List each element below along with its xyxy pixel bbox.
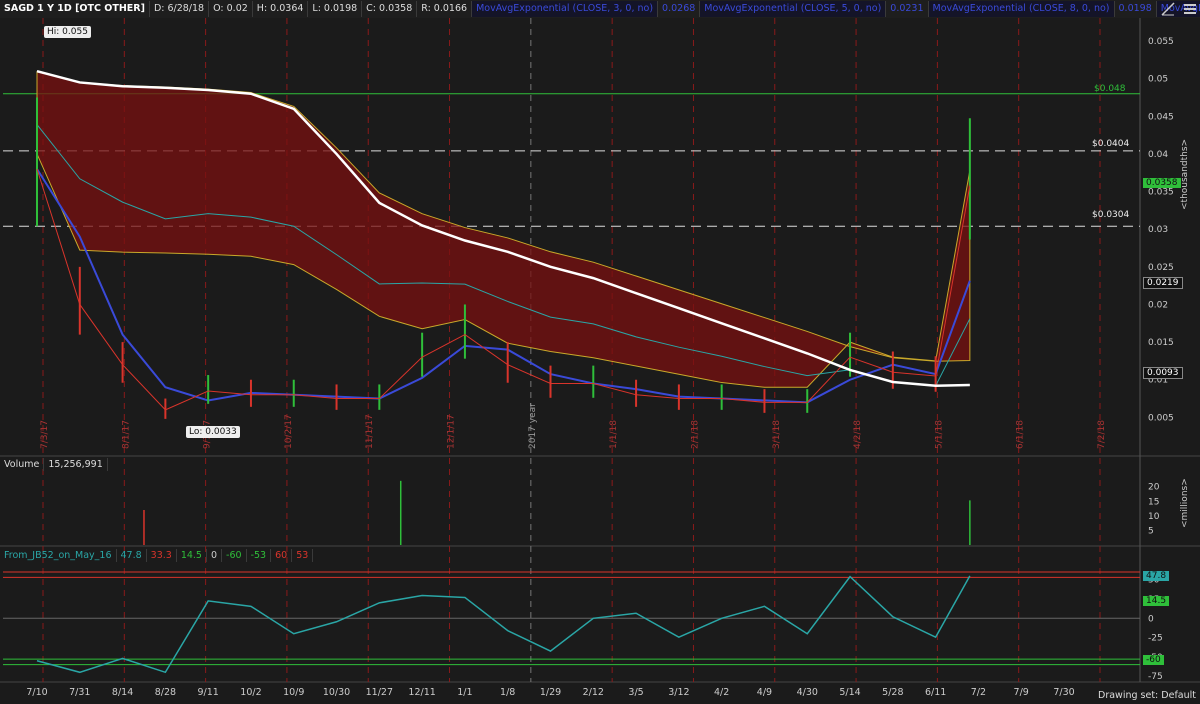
x-tick-label: 4/2: [714, 687, 729, 698]
osc-badge-hist: 14.5: [1143, 596, 1170, 606]
chart-window: SAGD 1 Y 1D [OTC OTHER] D: 6/28/18 O: 0.…: [0, 0, 1200, 704]
volume-unit-label: <millions>: [1180, 478, 1190, 528]
oscillator-title[interactable]: From_JB52_on_May_16: [0, 548, 117, 562]
x-tick-label: 7/31: [69, 687, 90, 698]
x-tick-label: 9/11: [197, 687, 218, 698]
osc-value-3: 14.5: [177, 548, 207, 562]
x-tick-label: 1/1: [457, 687, 472, 698]
x-tick-label: 5/14: [839, 687, 860, 698]
month-marker-label: 2/1/18: [690, 420, 700, 449]
axis-unit-label: <thousandths>: [1180, 138, 1190, 210]
volume-tick-label: 5: [1148, 526, 1154, 536]
month-marker-label: 7/3/17: [40, 420, 50, 449]
y-tick-label: 0.04: [1148, 150, 1168, 160]
x-tick-label: 6/11: [925, 687, 946, 698]
line-0304-label: $0.0304: [1092, 210, 1130, 220]
month-marker-label: 10/2/17: [284, 414, 294, 449]
x-tick-label: 3/12: [668, 687, 689, 698]
osc-value-8: 53: [292, 548, 314, 562]
ema-badge: 0.0219: [1143, 277, 1183, 289]
lo-label: Lo: 0.0033: [186, 426, 240, 438]
volume-tick-label: 20: [1148, 483, 1160, 493]
osc-value-4: 0: [207, 548, 223, 562]
month-marker-label: 8/1/17: [121, 420, 131, 449]
month-marker-label: 12/1/17: [447, 414, 457, 449]
osc-main-line: [36, 575, 971, 674]
osc-tick-label: 0: [1148, 614, 1154, 624]
month-marker-label: 4/2/18: [853, 420, 863, 449]
hi-label: Hi: 0.055: [44, 26, 91, 38]
osc-tick-label: -75: [1148, 672, 1163, 682]
x-tick-label: 11/27: [366, 687, 393, 698]
x-tick-label: 8/14: [112, 687, 133, 698]
y-tick-label: 0.005: [1148, 413, 1174, 423]
volume-title[interactable]: Volume: [0, 457, 45, 471]
oscillator-header: From_JB52_on_May_16 47.8 33.3 14.5 0 -60…: [0, 548, 314, 562]
y-tick-label: 0.02: [1148, 300, 1168, 310]
drawing-set-label[interactable]: Drawing set: Default: [1098, 690, 1196, 701]
x-tick-label: 1/8: [500, 687, 515, 698]
x-tick-label: 3/5: [628, 687, 643, 698]
y-tick-label: 0.015: [1148, 338, 1174, 348]
osc-value-5: -60: [222, 548, 247, 562]
x-tick-label: 2/12: [583, 687, 604, 698]
month-marker-label: 6/1/18: [1016, 420, 1026, 449]
x-tick-label: 12/11: [408, 687, 435, 698]
chart-canvas[interactable]: 7/3/178/1/179/1/1710/2/1711/1/1712/1/172…: [0, 0, 1200, 704]
month-marker-label: 1/1/18: [609, 420, 619, 449]
x-tick-label: 1/29: [540, 687, 561, 698]
volume-tick-label: 10: [1148, 512, 1160, 522]
month-marker-label: 7/2/18: [1097, 420, 1107, 449]
last-price-badge: 0.0358: [1143, 178, 1181, 188]
x-tick-label: 7/9: [1014, 687, 1029, 698]
x-tick-label: 7/10: [26, 687, 47, 698]
y-tick-label: 0.03: [1148, 225, 1168, 235]
line-0404-label: $0.0404: [1092, 139, 1130, 149]
osc-value-7: 60: [271, 548, 293, 562]
month-marker-label: 2017 year: [528, 403, 538, 449]
osc-value-1: 47.8: [117, 548, 147, 562]
x-tick-label: 5/28: [882, 687, 903, 698]
osc-badge-level: -60: [1143, 655, 1164, 665]
x-tick-label: 4/30: [797, 687, 818, 698]
y-tick-label: 0.035: [1148, 188, 1174, 198]
sma-badge: 0.0093: [1143, 367, 1183, 379]
x-tick-label: 7/2: [971, 687, 986, 698]
line-048-label: $0.048: [1094, 84, 1126, 94]
x-tick-label: 10/2: [240, 687, 261, 698]
x-tick-label: 10/30: [323, 687, 350, 698]
x-tick-label: 8/28: [155, 687, 176, 698]
x-tick-label: 7/30: [1053, 687, 1074, 698]
y-tick-label: 0.045: [1148, 112, 1174, 122]
volume-tick-label: 15: [1148, 497, 1159, 507]
y-tick-label: 0.05: [1148, 75, 1168, 85]
month-marker-label: 11/1/17: [365, 414, 375, 449]
osc-value-2: 33.3: [147, 548, 177, 562]
x-tick-label: 4/9: [757, 687, 772, 698]
volume-header: Volume 15,256,991: [0, 457, 108, 471]
x-tick-label: 10/9: [283, 687, 304, 698]
volume-value: 15,256,991: [44, 457, 108, 471]
y-tick-label: 0.025: [1148, 263, 1174, 273]
osc-tick-label: -25: [1148, 634, 1163, 644]
y-tick-label: 0.055: [1148, 37, 1174, 47]
month-marker-label: 5/1/18: [934, 420, 944, 449]
osc-badge-main: 47.8: [1143, 571, 1170, 581]
month-marker-label: 3/1/18: [772, 420, 782, 449]
osc-value-6: -53: [247, 548, 272, 562]
